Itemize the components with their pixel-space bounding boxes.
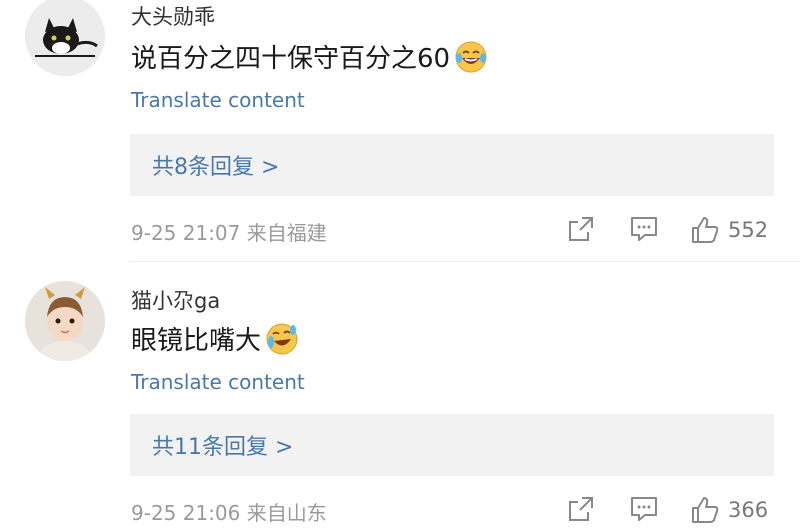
share-button[interactable] [566, 494, 596, 524]
share-icon [569, 217, 593, 241]
comment-meta: 9-25 21:06 来自山东 [131, 501, 327, 525]
like-count: 366 [728, 498, 769, 522]
replies-label: 共11条回复 > [152, 435, 294, 460]
comment-text-content: 说百分之四十保守百分之60 [131, 44, 451, 74]
comment-item: 猫小尕ga 眼镜比嘴大 Translate content 共11条回复 > 9… [0, 262, 800, 532]
username[interactable]: 大头勋乖 [131, 1, 215, 31]
like-count: 552 [728, 218, 769, 242]
username[interactable]: 猫小尕ga [131, 285, 220, 315]
cat-avatar-icon [25, 0, 105, 76]
crying-laughing-emoji-icon [266, 323, 298, 354]
view-replies-button[interactable]: 共8条回复 > [130, 134, 774, 196]
translate-link[interactable]: Translate content [131, 370, 305, 394]
view-replies-button[interactable]: 共11条回复 > [130, 414, 774, 476]
comment-button[interactable] [629, 214, 659, 244]
thumbs-up-icon [692, 217, 719, 243]
comment-icon [631, 217, 657, 241]
comment-icon [631, 497, 657, 521]
laughing-tears-emoji-icon [455, 41, 487, 72]
comment-text: 眼镜比嘴大 [131, 320, 299, 357]
share-button[interactable] [566, 214, 596, 244]
thumbs-up-icon [692, 497, 719, 523]
like-button[interactable]: 366 [690, 494, 768, 526]
comment-item: 大头勋乖 说百分之四十保守百分之60 Translate content 共8条… [0, 0, 800, 262]
comment-meta: 9-25 21:07 来自福建 [131, 221, 327, 245]
share-icon [569, 497, 593, 521]
replies-label: 共8条回复 > [152, 155, 280, 180]
comment-button[interactable] [629, 494, 659, 524]
comment-text: 说百分之四十保守百分之60 [131, 38, 488, 75]
avatar[interactable] [25, 281, 105, 361]
avatar[interactable] [25, 0, 105, 76]
comment-text-content: 眼镜比嘴大 [131, 326, 262, 356]
like-button[interactable]: 552 [690, 214, 768, 246]
child-avatar-icon [25, 281, 105, 361]
translate-link[interactable]: Translate content [131, 88, 305, 112]
